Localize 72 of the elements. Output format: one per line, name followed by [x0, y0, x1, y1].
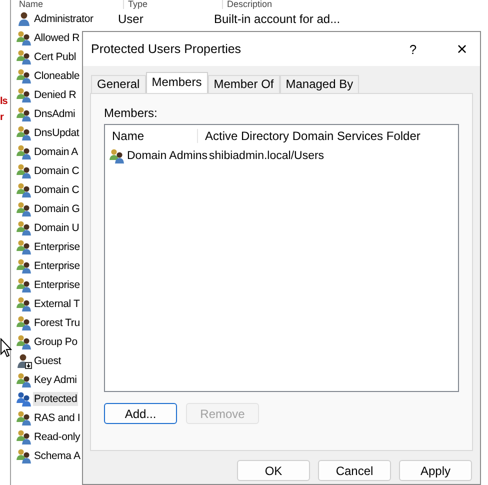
- group-icon: [16, 124, 32, 140]
- list-item[interactable]: Group Po: [33, 334, 78, 348]
- list-item[interactable]: Denied R: [33, 88, 78, 102]
- column-header[interactable]: Description: [223, 0, 272, 9]
- list-item[interactable]: Domain C: [33, 182, 80, 196]
- group-icon: [16, 182, 32, 198]
- folder-cell: shibiadmin.local/Users: [209, 150, 324, 162]
- cancel-button[interactable]: Cancel: [318, 460, 391, 481]
- ok-button[interactable]: OK: [237, 460, 310, 481]
- list-item[interactable]: Domain A: [33, 144, 79, 158]
- list-item[interactable]: Enterprise: [33, 258, 81, 272]
- group-icon: [16, 86, 32, 102]
- tab[interactable]: Members: [146, 72, 208, 93]
- list-item[interactable]: RAS and I: [33, 410, 82, 424]
- list-item[interactable]: Cloneable: [33, 68, 80, 82]
- group-icon: [16, 276, 32, 292]
- list-item[interactable]: Schema A: [33, 448, 82, 462]
- group-icon: [16, 428, 32, 444]
- tab[interactable]: Managed By: [280, 75, 360, 93]
- group-icon: [16, 106, 32, 122]
- members-label: Members:: [104, 106, 158, 120]
- list-item[interactable]: Guest: [33, 354, 62, 368]
- list-item[interactable]: Enterprise: [33, 240, 81, 254]
- text-fragment: ls: [0, 96, 8, 108]
- user-icon: [16, 10, 32, 26]
- list-item[interactable]: Domain C: [33, 164, 80, 178]
- group-icon: [16, 448, 32, 464]
- list-item[interactable]: Protected: [33, 392, 78, 406]
- list-item[interactable]: External T: [33, 296, 81, 310]
- group-icon: [16, 48, 32, 64]
- list-item[interactable]: Domain U: [33, 220, 80, 234]
- list-item[interactable]: DnsUpdat: [33, 126, 80, 140]
- group-icon: [16, 144, 32, 160]
- description-cell: Built-in account for ad...: [214, 12, 340, 26]
- type-cell-text: User: [118, 12, 144, 26]
- group-icon: [16, 68, 32, 84]
- column-header[interactable]: Name: [105, 129, 198, 143]
- user-icon: [16, 352, 32, 368]
- group-icon: [16, 258, 32, 274]
- group-icon: [16, 372, 32, 388]
- group-icon: [16, 30, 32, 46]
- text-fragment: r: [0, 112, 5, 124]
- group-icon: [16, 410, 32, 426]
- list-item[interactable]: Read-only: [33, 430, 82, 444]
- list-item[interactable]: Cert Publ: [33, 50, 77, 64]
- list-item[interactable]: Administrator: [33, 12, 94, 26]
- group-icon: [16, 162, 32, 178]
- group-icon: [16, 390, 32, 406]
- list-item[interactable]: Key Admi: [33, 372, 78, 386]
- list-item[interactable]: Allowed R: [33, 30, 80, 44]
- group-icon: [16, 334, 32, 350]
- column-header[interactable]: Name: [15, 0, 124, 9]
- close-button[interactable]: ×: [444, 38, 480, 60]
- list-item[interactable]: Forest Tru: [33, 316, 81, 330]
- group-icon: [16, 238, 32, 254]
- group-icon: [16, 314, 32, 330]
- window-title: Protected Users Properties: [91, 42, 242, 56]
- column-header[interactable]: Active Directory Domain Services Folder: [198, 129, 420, 143]
- add-button[interactable]: Add...: [104, 403, 177, 424]
- list-item[interactable]: DnsAdmi: [33, 106, 76, 120]
- group-icon: [16, 220, 32, 236]
- tab[interactable]: Member Of: [208, 75, 280, 93]
- apply-button[interactable]: Apply: [399, 460, 472, 481]
- group-icon: [16, 200, 32, 216]
- member-name[interactable]: Domain Admins: [127, 150, 208, 162]
- tab[interactable]: General: [91, 75, 146, 93]
- group-icon: [16, 296, 32, 312]
- list-item[interactable]: Domain G: [33, 202, 81, 216]
- list-item[interactable]: Enterprise: [33, 278, 81, 292]
- group-icon: [109, 148, 125, 164]
- help-button[interactable]: ?: [400, 42, 426, 56]
- column-header[interactable]: Type: [124, 0, 223, 9]
